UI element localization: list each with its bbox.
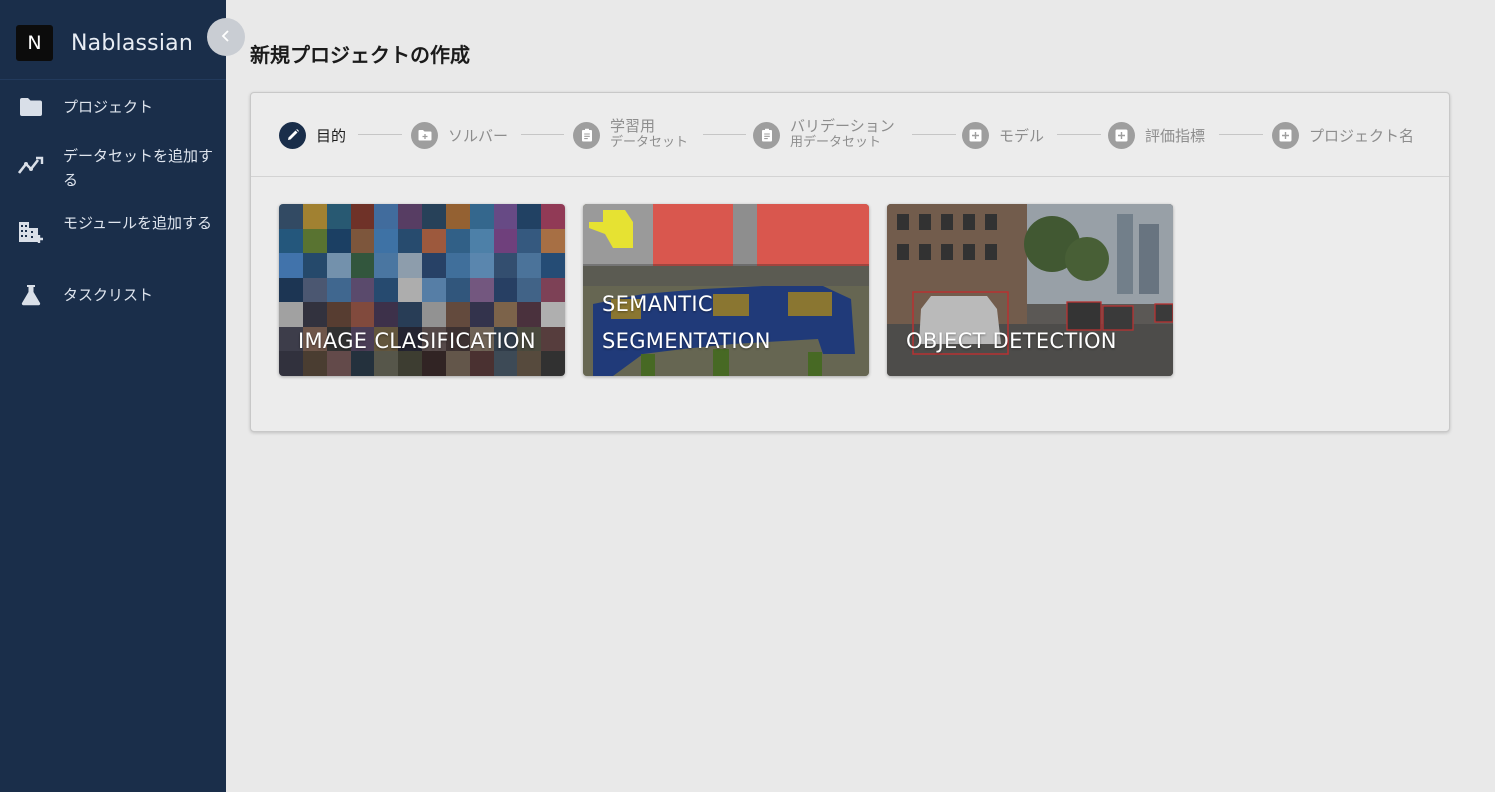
step-connector [1057,134,1101,135]
card-label: SEMANTIC SEGMENTATION [602,286,771,360]
step-label: 目的 [316,126,347,145]
step-label: プロジェクト名 [1309,126,1415,145]
clipboard-icon [753,121,780,149]
step-connector [912,134,956,135]
step-label: モデル [999,126,1045,145]
stepper: 目的 ソルバー 学習用 データセット バリデーション 用データセット モデル 評… [251,93,1449,177]
step-connector [358,134,402,135]
sidebar-item-label: データセットを追加する [63,147,214,189]
sidebar-item-label: タスクリスト [63,286,154,304]
pencil-icon [279,121,306,149]
card-label: IMAGE CLASIFICATION [298,329,536,353]
step-label-sub: データセット [610,135,689,150]
step-label: 学習用 データセット [610,117,689,151]
step-label: ソルバー [448,126,509,145]
domain-add-icon [18,220,44,244]
step-connector [1219,134,1263,135]
step-validation-dataset[interactable]: バリデーション 用データセット [753,117,895,151]
card-semantic-segmentation[interactable]: SEMANTIC SEGMENTATION [583,204,869,376]
sidebar-item-label: モジュールを追加する [63,214,212,232]
step-metrics[interactable]: 評価指標 [1108,121,1205,149]
step-label: バリデーション 用データセット [790,117,895,151]
app-logo[interactable]: N [16,25,53,61]
step-solver[interactable]: ソルバー [411,121,508,149]
sidebar-item-task-list[interactable]: タスクリスト [0,283,226,307]
folder-icon [18,95,44,119]
chevron-left-icon [220,28,232,47]
step-label-main: バリデーション [790,117,895,135]
card-image-classification[interactable]: IMAGE CLASIFICATION [279,204,565,376]
sidebar-item-label: プロジェクト [63,98,154,116]
card-label-line2: SEGMENTATION [602,329,771,353]
add-box-icon [962,121,989,149]
app-name[interactable]: Nablassian [71,31,193,56]
project-create-panel: 目的 ソルバー 学習用 データセット バリデーション 用データセット モデル 評… [250,92,1450,432]
step-label-main: 学習用 [610,117,656,135]
sidebar-item-projects[interactable]: プロジェクト [0,95,226,119]
clipboard-icon [573,121,600,149]
step-model[interactable]: モデル [962,121,1044,149]
collapse-sidebar-button[interactable] [207,18,245,56]
step-label-sub: 用データセット [790,135,882,150]
add-box-icon [1272,121,1299,149]
step-label: 評価指標 [1145,126,1206,145]
page-title: 新規プロジェクトの作成 [250,43,470,67]
step-connector [703,134,746,135]
flask-icon [18,283,44,307]
sidebar-item-add-dataset[interactable]: データセットを追加する [0,144,226,192]
step-purpose[interactable]: 目的 [279,121,346,149]
add-box-icon [1108,121,1135,149]
trending-up-icon [18,153,44,177]
folder-plus-icon [411,121,438,149]
card-label: OBJECT DETECTION [906,329,1117,353]
sidebar-item-add-module[interactable]: モジュールを追加する [0,211,226,259]
step-project-name[interactable]: プロジェクト名 [1272,121,1414,149]
card-object-detection[interactable]: OBJECT DETECTION [887,204,1173,376]
brand-header: N Nablassian [0,0,226,80]
step-connector [521,134,564,135]
step-training-dataset[interactable]: 学習用 データセット [573,117,689,151]
card-label-line1: SEMANTIC [602,292,713,316]
sidebar: N Nablassian プロジェクト データセットを追加する モジュールを追加… [0,0,226,792]
